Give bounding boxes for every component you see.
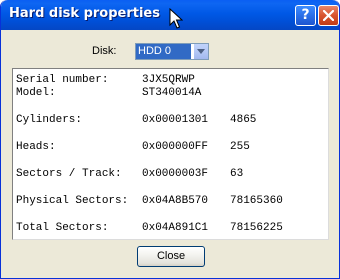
info-row-model: Model: ST340014A bbox=[13, 86, 328, 100]
serial-number-label: Serial number: bbox=[16, 74, 109, 86]
close-button[interactable]: Close bbox=[137, 246, 205, 267]
physical-sectors-decimal-value: 78165360 bbox=[230, 195, 283, 207]
info-row-heads: Heads: 0x000000FF 255 bbox=[13, 140, 328, 154]
physical-sectors-label: Physical Sectors: bbox=[16, 195, 129, 207]
info-row-serial: Serial number: 3JX5QRWP bbox=[13, 73, 328, 87]
disk-label: Disk: bbox=[92, 45, 117, 57]
chevron-down-icon bbox=[197, 49, 205, 54]
cylinders-decimal-value: 4865 bbox=[230, 114, 257, 126]
info-row-physical-sectors: Physical Sectors: 0x04A8B570 78165360 bbox=[13, 194, 328, 208]
physical-sectors-hex-value: 0x04A8B570 bbox=[142, 195, 209, 207]
mouse-pointer-icon bbox=[169, 8, 183, 29]
help-button[interactable]: ? bbox=[295, 5, 316, 26]
heads-hex-value: 0x000000FF bbox=[142, 141, 209, 153]
cylinders-label: Cylinders: bbox=[16, 114, 83, 126]
disk-info-panel: Serial number: 3JX5QRWP Model: ST340014A… bbox=[12, 68, 329, 240]
sectors-per-track-hex-value: 0x0000003F bbox=[142, 168, 209, 180]
model-value: ST340014A bbox=[142, 87, 202, 99]
total-sectors-hex-value: 0x04A891C1 bbox=[142, 222, 209, 234]
info-row-cylinders: Cylinders: 0x00001301 4865 bbox=[13, 113, 328, 127]
model-label: Model: bbox=[16, 87, 56, 99]
heads-decimal-value: 255 bbox=[230, 141, 250, 153]
properties-dialog: Hard disk properties ? Disk: HDD 0 Seria… bbox=[0, 0, 340, 279]
dropdown-arrow-button[interactable] bbox=[193, 44, 208, 59]
total-sectors-decimal-value: 78156225 bbox=[230, 222, 283, 234]
heads-label: Heads: bbox=[16, 141, 56, 153]
info-row-total-sectors: Total Sectors: 0x04A891C1 78156225 bbox=[13, 221, 328, 235]
sectors-per-track-label: Sectors / Track: bbox=[16, 168, 122, 180]
disk-select[interactable]: HDD 0 bbox=[135, 43, 209, 60]
window-close-button[interactable] bbox=[318, 5, 339, 26]
serial-number-value: 3JX5QRWP bbox=[142, 74, 195, 86]
close-x-icon bbox=[323, 10, 334, 21]
window-title: Hard disk properties bbox=[9, 6, 160, 21]
sectors-per-track-decimal-value: 63 bbox=[230, 168, 244, 180]
question-mark-icon: ? bbox=[301, 7, 310, 23]
total-sectors-label: Total Sectors: bbox=[16, 222, 109, 234]
disk-selected-value: HDD 0 bbox=[136, 44, 191, 59]
cylinders-hex-value: 0x00001301 bbox=[142, 114, 209, 126]
info-row-sectors-per-track: Sectors / Track: 0x0000003F 63 bbox=[13, 167, 328, 181]
